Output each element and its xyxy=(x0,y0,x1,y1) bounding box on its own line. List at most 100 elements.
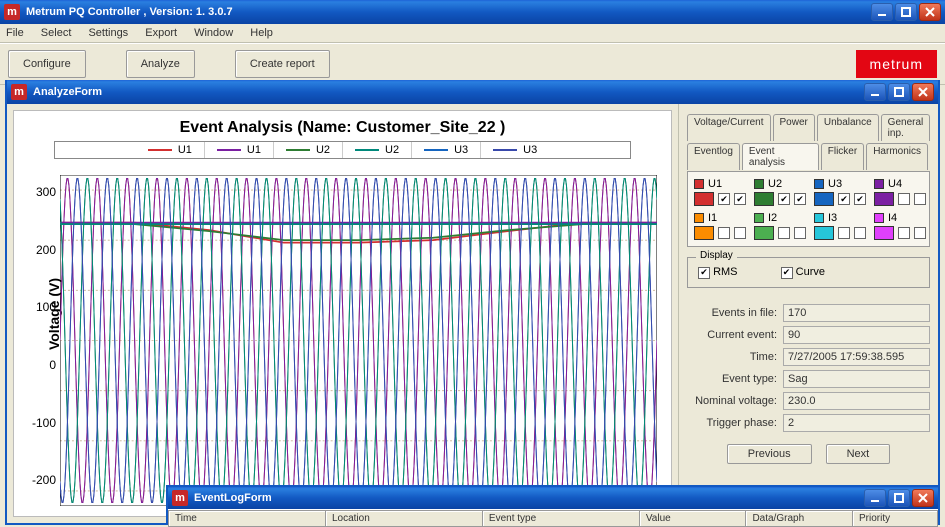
toolbar: Configure Analyze Create report metrum xyxy=(0,43,945,85)
nominal-voltage-value: 230.0 xyxy=(783,392,930,410)
analyze-close-button[interactable] xyxy=(912,83,934,101)
channel-u3-check-b[interactable] xyxy=(854,193,866,205)
channel-u1: U1 xyxy=(694,178,746,206)
eventlog-header: Time Location Event type Value Data/Grap… xyxy=(168,509,938,527)
analyze-window: m AnalyzeForm Event Analysis (Name: Cust… xyxy=(5,80,940,525)
tab-harmonics[interactable]: Harmonics xyxy=(866,143,928,170)
channel-u4-check-a[interactable] xyxy=(898,193,910,205)
eventlog-maximize-button[interactable] xyxy=(888,489,910,507)
tab-event-analysis[interactable]: Event analysis xyxy=(742,143,819,170)
tab-unbalance[interactable]: Unbalance xyxy=(817,114,879,141)
display-group: Display RMS Curve xyxy=(687,257,930,288)
menu-file[interactable]: File xyxy=(6,27,24,39)
channel-i3: I3 xyxy=(814,212,866,240)
channel-u4: U4 xyxy=(874,178,926,206)
trigger-phase-value: 2 xyxy=(783,414,930,432)
channel-i4-check-b[interactable] xyxy=(914,227,926,239)
main-title: Metrum PQ Controller , Version: 1. 3.0.7 xyxy=(26,6,869,18)
analyze-title: AnalyzeForm xyxy=(33,86,862,98)
eventlog-window: m EventLogForm Time Location Event type … xyxy=(166,485,940,525)
y-tick: 300 xyxy=(24,185,56,199)
chart-area: Event Analysis (Name: Customer_Site_22 )… xyxy=(13,110,672,517)
event-type-label: Event type: xyxy=(687,373,777,385)
channel-u3-check-a[interactable] xyxy=(838,193,850,205)
y-tick: -200 xyxy=(24,473,56,487)
create-report-button[interactable]: Create report xyxy=(235,50,330,78)
main-maximize-button[interactable] xyxy=(895,3,917,21)
tab-general-inp[interactable]: General inp. xyxy=(881,114,931,141)
current-event-label: Current event: xyxy=(687,329,777,341)
menu-export[interactable]: Export xyxy=(145,27,177,39)
plot xyxy=(60,175,657,506)
tabs-row-bottom: Eventlog Event analysis Flicker Harmonic… xyxy=(687,143,930,170)
app-icon: m xyxy=(172,490,188,506)
menu-help[interactable]: Help xyxy=(250,27,273,39)
main-close-button[interactable] xyxy=(919,3,941,21)
current-event-value: 90 xyxy=(783,326,930,344)
col-eventtype[interactable]: Event type xyxy=(483,510,640,527)
analyze-minimize-button[interactable] xyxy=(864,83,886,101)
tab-eventlog[interactable]: Eventlog xyxy=(687,143,740,170)
brand-logo: metrum xyxy=(856,50,937,78)
analyze-button[interactable]: Analyze xyxy=(126,50,195,78)
channel-i3-check-b[interactable] xyxy=(854,227,866,239)
tab-flicker[interactable]: Flicker xyxy=(821,143,864,170)
event-info: Events in file: 170 Current event: 90 Time… xyxy=(687,304,930,432)
channel-u3: U3 xyxy=(814,178,866,206)
channel-u2-check-a[interactable] xyxy=(778,193,790,205)
event-type-value: Sag xyxy=(783,370,930,388)
time-label: Time: xyxy=(687,351,777,363)
tab-power[interactable]: Power xyxy=(773,114,815,141)
channel-i1: I1 xyxy=(694,212,746,240)
events-in-file-value: 170 xyxy=(783,304,930,322)
analyze-titlebar: m AnalyzeForm xyxy=(7,80,938,104)
analyze-maximize-button[interactable] xyxy=(888,83,910,101)
menubar: File Select Settings Export Window Help xyxy=(0,24,945,43)
channel-u2-check-b[interactable] xyxy=(794,193,806,205)
col-time[interactable]: Time xyxy=(168,510,326,527)
y-tick: 100 xyxy=(24,300,56,314)
chart-legend: U1U1U2U2U3U3 xyxy=(54,141,631,159)
nominal-voltage-label: Nominal voltage: xyxy=(687,395,777,407)
previous-button[interactable]: Previous xyxy=(727,444,812,464)
main-titlebar: m Metrum PQ Controller , Version: 1. 3.0… xyxy=(0,0,945,24)
channel-i2-check-a[interactable] xyxy=(778,227,790,239)
channel-i2-check-b[interactable] xyxy=(794,227,806,239)
app-icon: m xyxy=(4,4,20,20)
channel-u1-check-a[interactable] xyxy=(718,193,730,205)
channel-u4-check-b[interactable] xyxy=(914,193,926,205)
right-panel: Voltage/Current Power Unbalance General … xyxy=(678,104,938,523)
next-button[interactable]: Next xyxy=(826,444,891,464)
rms-label: RMS xyxy=(713,266,737,278)
main-minimize-button[interactable] xyxy=(871,3,893,21)
channel-i1-check-a[interactable] xyxy=(718,227,730,239)
configure-button[interactable]: Configure xyxy=(8,50,86,78)
channel-i1-check-b[interactable] xyxy=(734,227,746,239)
col-value[interactable]: Value xyxy=(640,510,747,527)
legend-item: U2 xyxy=(343,142,412,158)
trigger-phase-label: Trigger phase: xyxy=(687,417,777,429)
channel-i4-check-a[interactable] xyxy=(898,227,910,239)
events-in-file-label: Events in file: xyxy=(687,307,777,319)
tab-voltage-current[interactable]: Voltage/Current xyxy=(687,114,771,141)
col-location[interactable]: Location xyxy=(326,510,483,527)
legend-item: U1 xyxy=(205,142,274,158)
app-icon: m xyxy=(11,84,27,100)
rms-checkbox[interactable] xyxy=(698,267,710,279)
channel-i2: I2 xyxy=(754,212,806,240)
channel-grid: U1 U2 U3 U4 I1 I2 I3 I4 xyxy=(687,171,930,247)
eventlog-close-button[interactable] xyxy=(912,489,934,507)
menu-settings[interactable]: Settings xyxy=(88,27,128,39)
eventlog-minimize-button[interactable] xyxy=(864,489,886,507)
channel-i3-check-a[interactable] xyxy=(838,227,850,239)
y-tick: 0 xyxy=(24,358,56,372)
channel-u1-check-b[interactable] xyxy=(734,193,746,205)
menu-window[interactable]: Window xyxy=(194,27,233,39)
col-priority[interactable]: Priority xyxy=(853,510,938,527)
time-value: 7/27/2005 17:59:38.595 xyxy=(783,348,930,366)
col-datagraph[interactable]: Data/Graph xyxy=(746,510,853,527)
eventlog-titlebar: m EventLogForm xyxy=(168,487,938,509)
menu-select[interactable]: Select xyxy=(41,27,72,39)
y-tick: 200 xyxy=(24,243,56,257)
curve-checkbox[interactable] xyxy=(781,267,793,279)
